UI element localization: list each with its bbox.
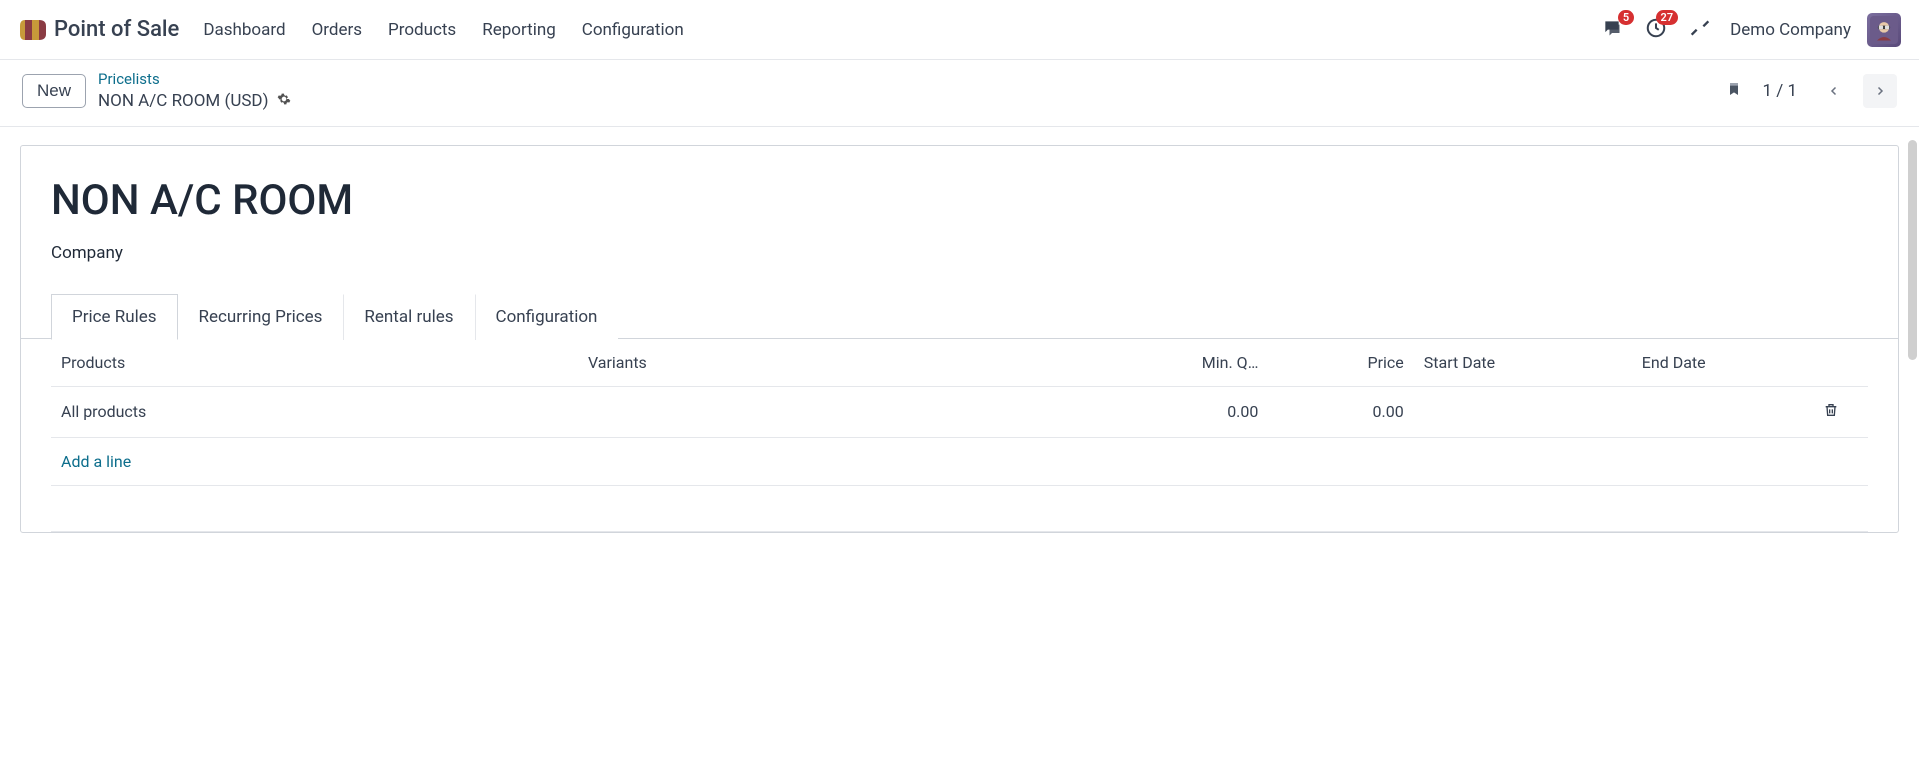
breadcrumb-current: NON A/C ROOM (USD) — [98, 90, 291, 112]
tabs: Price Rules Recurring Prices Rental rule… — [51, 293, 1868, 339]
nav-products[interactable]: Products — [388, 20, 456, 40]
gear-icon[interactable] — [277, 90, 291, 112]
col-products[interactable]: Products — [51, 339, 578, 387]
nav-menu: Dashboard Orders Products Reporting Conf… — [203, 20, 683, 40]
cell-variants[interactable] — [578, 386, 1105, 437]
add-line-link[interactable]: Add a line — [61, 452, 131, 471]
cell-end-date[interactable] — [1632, 386, 1814, 437]
cell-price[interactable]: 0.00 — [1268, 386, 1413, 437]
app-brand[interactable]: Point of Sale — [18, 17, 179, 42]
action-bar: New Pricelists NON A/C ROOM (USD) 1 / 1 — [0, 60, 1919, 127]
tools-icon — [1690, 18, 1710, 42]
col-variants[interactable]: Variants — [578, 339, 1105, 387]
scrollbar[interactable] — [1908, 140, 1917, 360]
topbar-right: 5 27 Demo Company — [1598, 13, 1901, 47]
nav-dashboard[interactable]: Dashboard — [203, 20, 285, 40]
activities-badge: 27 — [1656, 10, 1679, 25]
app-logo-icon — [18, 18, 46, 42]
bookmark-icon[interactable] — [1726, 79, 1742, 103]
record-title[interactable]: NON A/C ROOM — [51, 176, 1868, 225]
form-card: NON A/C ROOM Company Price Rules Recurri… — [20, 145, 1899, 533]
col-start-date[interactable]: Start Date — [1414, 339, 1632, 387]
messages-badge: 5 — [1618, 10, 1634, 25]
tab-price-rules[interactable]: Price Rules — [51, 294, 178, 340]
add-line-row: Add a line — [51, 437, 1868, 485]
breadcrumb-parent[interactable]: Pricelists — [98, 70, 291, 90]
tab-rental-rules[interactable]: Rental rules — [343, 294, 474, 340]
pager-prev-button[interactable] — [1817, 74, 1851, 108]
tab-configuration[interactable]: Configuration — [475, 294, 619, 340]
delete-row-button[interactable] — [1813, 386, 1868, 437]
action-bar-right: 1 / 1 — [1726, 74, 1897, 108]
tools-button[interactable] — [1686, 16, 1714, 44]
company-field-label[interactable]: Company — [51, 243, 1868, 263]
col-end-date[interactable]: End Date — [1632, 339, 1814, 387]
breadcrumb-current-text: NON A/C ROOM (USD) — [98, 90, 269, 112]
company-switcher[interactable]: Demo Company — [1730, 20, 1851, 40]
nav-reporting[interactable]: Reporting — [482, 20, 556, 40]
user-avatar[interactable] — [1867, 13, 1901, 47]
tab-recurring-prices[interactable]: Recurring Prices — [178, 294, 344, 340]
empty-row — [51, 485, 1868, 531]
price-rules-table: Products Variants Min. Q… Price Start Da… — [51, 339, 1868, 532]
pager-next-button[interactable] — [1863, 74, 1897, 108]
col-min-qty[interactable]: Min. Q… — [1105, 339, 1269, 387]
pager-text[interactable]: 1 / 1 — [1762, 81, 1797, 101]
app-name: Point of Sale — [54, 17, 179, 42]
content: NON A/C ROOM Company Price Rules Recurri… — [0, 127, 1919, 533]
nav-orders[interactable]: Orders — [312, 20, 362, 40]
new-button[interactable]: New — [22, 74, 86, 108]
cell-start-date[interactable] — [1414, 386, 1632, 437]
col-price[interactable]: Price — [1268, 339, 1413, 387]
activities-button[interactable]: 27 — [1642, 16, 1670, 44]
topbar: Point of Sale Dashboard Orders Products … — [0, 0, 1919, 60]
cell-min-qty[interactable]: 0.00 — [1105, 386, 1269, 437]
messages-button[interactable]: 5 — [1598, 16, 1626, 44]
table-row[interactable]: All products 0.00 0.00 — [51, 386, 1868, 437]
cell-products[interactable]: All products — [51, 386, 578, 437]
nav-configuration[interactable]: Configuration — [582, 20, 684, 40]
breadcrumb: Pricelists NON A/C ROOM (USD) — [98, 70, 291, 112]
